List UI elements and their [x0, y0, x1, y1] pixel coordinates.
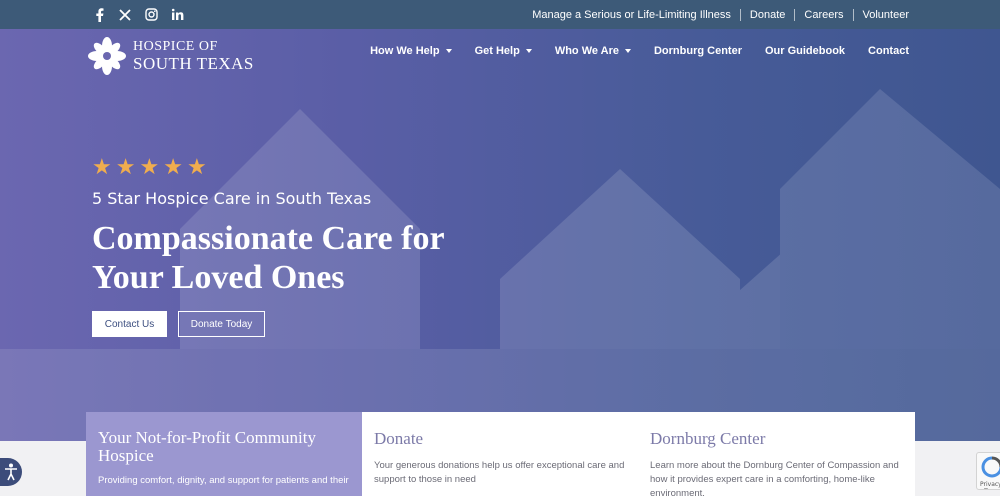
- star-icon: ★: [186, 155, 207, 180]
- hero-heading: Compassionate Care for Your Loved Ones: [92, 219, 552, 297]
- community-card-text: Providing comfort, dignity, and support …: [98, 475, 349, 486]
- nav-contact[interactable]: Contact: [868, 45, 909, 57]
- utility-links: Manage a Serious or Life-Limiting Illnes…: [532, 0, 909, 29]
- facebook-icon[interactable]: [92, 7, 106, 22]
- logo-wordmark: HOSPICE OF SOUTH TEXAS: [133, 39, 254, 73]
- chevron-down-icon: [525, 49, 532, 53]
- accessibility-button[interactable]: [0, 458, 22, 486]
- main-nav: How We Help Get Help Who We Are Dornburg…: [347, 45, 909, 57]
- logo-line-1: HOSPICE OF: [133, 39, 218, 54]
- utility-link-careers[interactable]: Careers: [804, 9, 843, 21]
- chevron-down-icon: [624, 49, 631, 53]
- donate-today-button[interactable]: Donate Today: [178, 311, 265, 337]
- instagram-icon[interactable]: [144, 8, 158, 22]
- nav-who-we-are[interactable]: Who We Are: [555, 45, 631, 57]
- utility-link-volunteer[interactable]: Volunteer: [863, 9, 909, 21]
- x-icon[interactable]: [118, 8, 132, 22]
- flower-logo-icon: [88, 37, 126, 75]
- donate-card-text: Your generous donations help us offer ex…: [374, 460, 625, 485]
- star-icon: ★: [139, 155, 160, 180]
- nav-label: How We Help: [370, 45, 440, 57]
- divider: [794, 8, 796, 21]
- logo-line-2: SOUTH TEXAS: [133, 54, 254, 73]
- donate-card[interactable]: Donate Your generous donations help us o…: [362, 412, 638, 496]
- site-logo[interactable]: HOSPICE OF SOUTH TEXAS: [87, 36, 254, 76]
- nav-dornburg-center[interactable]: Dornburg Center: [654, 45, 742, 57]
- top-utility-bar: Manage a Serious or Life-Limiting Illnes…: [0, 0, 1000, 29]
- star-icon: ★: [115, 155, 136, 180]
- recaptcha-terms-label: Privacy - Terms: [980, 481, 1000, 489]
- nav-label: Dornburg Center: [653, 45, 742, 57]
- hero-heading-line-1: Compassionate Care for: [92, 220, 445, 257]
- nav-label: Who We Are: [554, 45, 619, 57]
- dornburg-card-text: Learn more about the Dornburg Center of …: [650, 460, 899, 496]
- rating-stars: ★ ★ ★ ★ ★: [92, 157, 207, 179]
- nav-how-we-help[interactable]: How We Help: [370, 45, 452, 57]
- utility-link-manage-illness[interactable]: Manage a Serious or Life-Limiting Illnes…: [532, 9, 731, 21]
- community-card: Your Not-for-Profit Community Hospice Pr…: [86, 412, 362, 496]
- recaptcha-icon: [981, 456, 1000, 478]
- dornburg-card-title: Dornburg Center: [650, 429, 766, 448]
- linkedin-icon[interactable]: [170, 8, 184, 22]
- nav-label: Our Guidebook: [764, 45, 846, 57]
- cards-white-panel: Donate Your generous donations help us o…: [362, 412, 915, 496]
- nav-get-help[interactable]: Get Help: [475, 45, 532, 57]
- divider: [739, 8, 741, 21]
- contact-us-button[interactable]: Contact Us: [92, 311, 167, 337]
- divider: [852, 8, 854, 21]
- community-card-title: Your Not-for-Profit Community Hospice: [98, 428, 316, 465]
- star-icon: ★: [92, 155, 112, 180]
- social-links: [92, 0, 184, 29]
- utility-link-donate[interactable]: Donate: [750, 9, 785, 21]
- nav-label: Get Help: [474, 45, 520, 57]
- hero-heading-line-2: Your Loved Ones: [92, 259, 345, 296]
- recaptcha-badge[interactable]: Privacy - Terms: [976, 452, 1000, 490]
- donate-card-title: Donate: [374, 429, 424, 448]
- nav-our-guidebook[interactable]: Our Guidebook: [765, 45, 845, 57]
- feature-cards: Your Not-for-Profit Community Hospice Pr…: [86, 412, 915, 496]
- dornburg-card[interactable]: Dornburg Center Learn more about the Dor…: [638, 412, 914, 496]
- accessibility-icon: [5, 463, 17, 481]
- hero-subheading: 5 Star Hospice Care in South Texas: [92, 189, 372, 208]
- chevron-down-icon: [445, 49, 452, 53]
- nav-label: Contact: [868, 45, 909, 57]
- star-icon: ★: [163, 155, 183, 180]
- hero-section: HOSPICE OF SOUTH TEXAS How We Help Get H…: [0, 29, 1000, 441]
